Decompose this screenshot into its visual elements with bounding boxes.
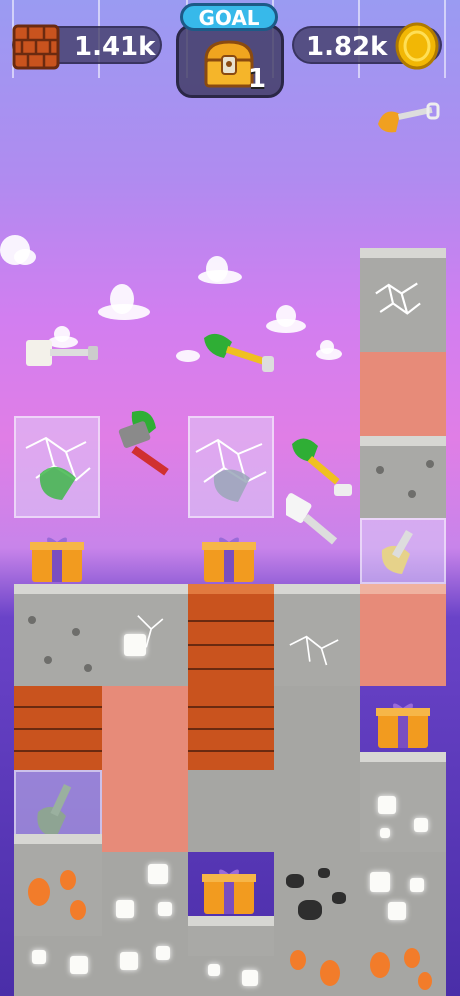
stone-block[interactable] bbox=[274, 686, 360, 770]
gold-coin-icon bbox=[392, 20, 442, 72]
ore-block[interactable] bbox=[274, 936, 360, 996]
cloud bbox=[98, 282, 150, 322]
crack-lines bbox=[289, 635, 339, 666]
cloud bbox=[176, 346, 200, 362]
coins-count: 1.82k bbox=[306, 32, 388, 62]
crack-lines bbox=[195, 438, 267, 502]
gem-block[interactable] bbox=[360, 852, 446, 936]
gem-block[interactable] bbox=[14, 936, 102, 996]
hammer-icon[interactable] bbox=[280, 488, 354, 552]
goal-label: GOAL bbox=[180, 3, 278, 31]
gift-box-icon[interactable] bbox=[200, 862, 258, 916]
stone-block[interactable] bbox=[14, 584, 102, 686]
clay-block[interactable] bbox=[360, 584, 446, 686]
gift-box-icon[interactable] bbox=[374, 696, 432, 750]
brick-block[interactable] bbox=[188, 686, 274, 770]
cloud bbox=[198, 252, 242, 286]
brick-block[interactable] bbox=[188, 584, 274, 686]
coal-block[interactable] bbox=[274, 852, 360, 936]
cloud bbox=[316, 340, 342, 360]
clay-block[interactable] bbox=[102, 770, 188, 852]
shovel-icon[interactable] bbox=[202, 328, 278, 378]
ore-block[interactable] bbox=[360, 936, 446, 996]
gem-block[interactable] bbox=[102, 936, 188, 996]
stone-block[interactable] bbox=[102, 584, 188, 686]
stone-block[interactable] bbox=[188, 770, 274, 852]
brick-block[interactable] bbox=[14, 686, 102, 770]
stone-block[interactable] bbox=[360, 752, 446, 852]
stone-block[interactable] bbox=[360, 436, 446, 518]
clay-block[interactable] bbox=[102, 686, 188, 770]
gift-box-icon[interactable] bbox=[28, 530, 86, 584]
stone-block[interactable] bbox=[274, 584, 360, 686]
crack-lines bbox=[375, 282, 421, 315]
gem-block[interactable] bbox=[102, 852, 188, 936]
glass-block[interactable] bbox=[14, 416, 100, 518]
shovel-icon[interactable] bbox=[376, 100, 442, 140]
brick-stack-icon bbox=[8, 18, 64, 74]
glass-block[interactable] bbox=[360, 518, 446, 584]
pickaxe-icon[interactable] bbox=[112, 406, 184, 482]
clay-block[interactable] bbox=[360, 352, 446, 436]
stone-block[interactable] bbox=[360, 248, 446, 352]
goal-count: 1 bbox=[248, 64, 267, 94]
crack-lines bbox=[25, 436, 91, 500]
glass-block[interactable] bbox=[188, 416, 274, 518]
crack-lines bbox=[137, 615, 164, 648]
gift-box-icon[interactable] bbox=[200, 530, 258, 584]
bricks-count: 1.41k bbox=[74, 32, 156, 62]
stone-block[interactable] bbox=[274, 770, 360, 852]
hammer-icon[interactable] bbox=[26, 336, 100, 370]
ore-block[interactable] bbox=[14, 834, 102, 936]
shovel-icon bbox=[381, 530, 413, 574]
cloud bbox=[0, 225, 36, 265]
stone-block[interactable] bbox=[188, 956, 274, 996]
